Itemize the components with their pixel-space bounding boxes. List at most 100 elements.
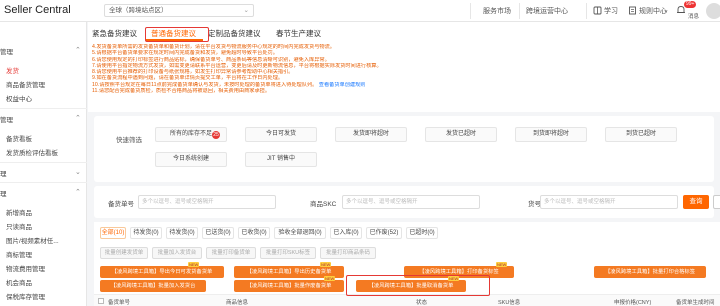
chevron-up-icon[interactable]: ⌃ (75, 46, 81, 54)
highlight-box (145, 27, 209, 42)
tab-spring-festival[interactable]: 春节生产建议 (276, 28, 321, 39)
sidebar: 管理 ⌃ 发货 商品备货管理 权益中心 管理 ⌃ 备货看板 发货质检评估看板 理… (0, 22, 87, 306)
sidebar-item-opportunity[interactable]: 机会商品 (6, 277, 32, 287)
top-bar: Seller Central 全球（跨境站点区） ⌄ 服务市场 跨境运营中心 学… (0, 0, 720, 22)
status-tab-overdue[interactable]: 已超时(0) (406, 227, 438, 239)
sidebar-item-media-tasks[interactable]: 图片/视频素材任... (6, 235, 59, 245)
batch-add-desk-button[interactable]: 批量加入发货台 (152, 247, 202, 259)
quick-filter-label: 快速筛选 (116, 137, 142, 144)
sidebar-item-bonded-stock[interactable]: 保税库存管理 (6, 291, 45, 301)
column-header: SKU信息 (498, 300, 521, 306)
notice-line: 11.请您配合完成备货质检，质检不合格商品将被退回，相关费用由商家承担。 (92, 88, 271, 95)
column-header: 状态 (416, 300, 428, 306)
tab-urgent[interactable]: 紧急备货建议 (92, 28, 137, 39)
chevron-up-icon[interactable]: ⌃ (75, 188, 81, 196)
search-button[interactable]: 查询 (683, 195, 709, 209)
rules-icon (629, 6, 636, 15)
study-link[interactable]: 学习 (604, 6, 618, 16)
divider (0, 162, 87, 163)
chevron-up-icon[interactable]: ⌃ (75, 114, 81, 122)
status-tab-sent[interactable]: 已送货(0) (202, 227, 234, 239)
divider (586, 3, 587, 19)
sidebar-item-qc-board[interactable]: 发货质检评估看板 (6, 147, 58, 157)
search-panel: 备货单号 多个以逗号、逗号或空格隔开 商品SKC 多个以逗号、逗号或空格隔开 货… (94, 186, 720, 218)
highlight-box (346, 275, 490, 296)
status-tab-returned[interactable]: 验收全部退回(0) (274, 227, 326, 239)
filter-chip-jit[interactable]: JIT 销售中 (245, 152, 317, 167)
sidebar-item-trademark[interactable]: 商标管理 (6, 249, 32, 259)
filter-chip-low-stock[interactable]: 所有的库存不足 25 (155, 127, 227, 142)
message-count-badge: 99+ (684, 1, 697, 8)
new-tag: NEW (188, 262, 200, 267)
order-no-label: 备货单号 (108, 201, 134, 208)
main-content: 紧急备货建议 普通备货建议 定制品备货建议 春节生产建议 4.发货备货单所需的发… (88, 22, 720, 306)
tab-custom[interactable]: 定制品备货建议 (208, 28, 261, 39)
filter-chip-ship-today[interactable]: 今日可发货 (245, 127, 317, 142)
region-select[interactable]: 全球（跨境站点区） ⌄ (104, 4, 254, 17)
chevron-down-icon: ⌄ (243, 7, 249, 14)
batch-print-barcode-button[interactable]: 批量打印商品条码 (320, 247, 376, 259)
divider (519, 3, 520, 19)
column-header: 备货单号 (108, 300, 131, 306)
order-no-input[interactable]: 多个以逗号、逗号或空格隔开 (138, 195, 276, 209)
count-badge: 25 (212, 131, 220, 139)
tool-add-desk-button[interactable]: 【凌风跨境工具箱】批量加入发货台 (100, 280, 206, 292)
brand-title: Seller Central (4, 4, 71, 16)
chevron-down-icon: ⌄ (663, 7, 669, 14)
skc-label: 商品SKC (310, 201, 337, 208)
column-header: 申报价格(CNY) (614, 300, 652, 306)
item-no-input[interactable]: 多个以逗号、逗号或空格隔开 (540, 195, 678, 209)
filter-chip-arrive-soon-overdue[interactable]: 到货即将超时 (515, 127, 587, 142)
divider (0, 108, 87, 109)
sidebar-item-ship[interactable]: 发货 (6, 65, 19, 75)
sidebar-item-benefits[interactable]: 权益中心 (6, 93, 32, 103)
sidebar-item-manage[interactable]: 管理 (0, 46, 13, 56)
status-tab-to-ship[interactable]: 待发货(0) (166, 227, 198, 239)
filter-chip-created-today[interactable]: 今日系统创建 (155, 152, 227, 167)
new-tag: NEW (320, 262, 332, 267)
batch-print-sku-label-button[interactable]: 批量打印SKU标签 (260, 247, 316, 259)
batch-create-shipment-button[interactable]: 批量创建发货单 (100, 247, 148, 259)
notice-panel: 4.发货备货单所需的发货备货单和备货计划，请在平台发货与物流服务中心规定的时间内… (88, 42, 720, 112)
column-header: 商品信息 (226, 300, 249, 306)
status-tab-voided[interactable]: 已作废(52) (366, 227, 402, 239)
sidebar-item-group[interactable]: 理 (0, 168, 7, 178)
new-tag: NEW (324, 276, 336, 281)
chevron-down-icon[interactable]: ⌄ (75, 168, 81, 176)
tool-export-today-button[interactable]: 【凌风跨境工具箱】导出今日可发货备货单 (100, 266, 224, 278)
notice-text: 10.请按照平台规定在每日11点前完成备货单确认与发货，未按时处理的备货单将进入… (92, 81, 318, 88)
avatar[interactable] (706, 3, 720, 19)
filter-chip-ship-soon-overdue[interactable]: 发货即将超时 (335, 127, 407, 142)
sidebar-item-new-product[interactable]: 新增商品 (6, 207, 32, 217)
sidebar-item-group-2[interactable]: 理 (0, 188, 7, 198)
book-icon (593, 6, 602, 15)
quick-filter-panel: 快速筛选 所有的库存不足 25 今日可发货 发货即将超时 发货已超时 到货即将超… (94, 116, 714, 182)
chip-label: 所有的库存不足 (169, 131, 212, 137)
column-header: 备货单生成时间 (676, 300, 715, 306)
status-tab-all[interactable]: 全部(10) (100, 227, 126, 239)
divider (0, 182, 87, 183)
tool-void-orders-button[interactable]: 【凌风跨境工具箱】批量作废备货单 (234, 280, 344, 292)
filter-chip-ship-overdue[interactable]: 发货已超时 (425, 127, 497, 142)
select-all-checkbox[interactable] (98, 298, 104, 304)
tool-print-cert-button[interactable]: 【凌风跨境工具箱】批量打印合格标签 (594, 266, 706, 278)
operation-center-link[interactable]: 跨境运营中心 (526, 6, 568, 16)
sidebar-item-manage-2[interactable]: 管理 (0, 114, 13, 124)
region-value: 全球（跨境站点区） (109, 7, 168, 14)
sidebar-item-readonly-product[interactable]: 只读商品 (6, 221, 32, 231)
rules-link[interactable]: 查看备货单创建规则 (319, 82, 366, 88)
sidebar-item-stock-board[interactable]: 备货看板 (6, 133, 32, 143)
messages-link[interactable]: 消息 (688, 12, 699, 20)
new-tag: NEW (496, 262, 508, 267)
skc-input[interactable]: 多个以逗号、逗号或空格隔开 (342, 195, 480, 209)
sidebar-item-stock-manage[interactable]: 商品备货管理 (6, 79, 45, 89)
status-tab-pending[interactable]: 待发货(0) (130, 227, 162, 239)
reset-button[interactable] (713, 195, 720, 209)
divider (470, 3, 471, 19)
batch-print-order-button[interactable]: 批量打印备货单 (206, 247, 256, 259)
status-tab-received[interactable]: 已收货(0) (238, 227, 270, 239)
service-market-link[interactable]: 服务市场 (483, 6, 511, 16)
status-tab-stored[interactable]: 已入库(0) (330, 227, 362, 239)
filter-chip-arrive-overdue[interactable]: 到货已超时 (605, 127, 677, 142)
sidebar-item-logistics-fee[interactable]: 物流费用管理 (6, 263, 45, 273)
